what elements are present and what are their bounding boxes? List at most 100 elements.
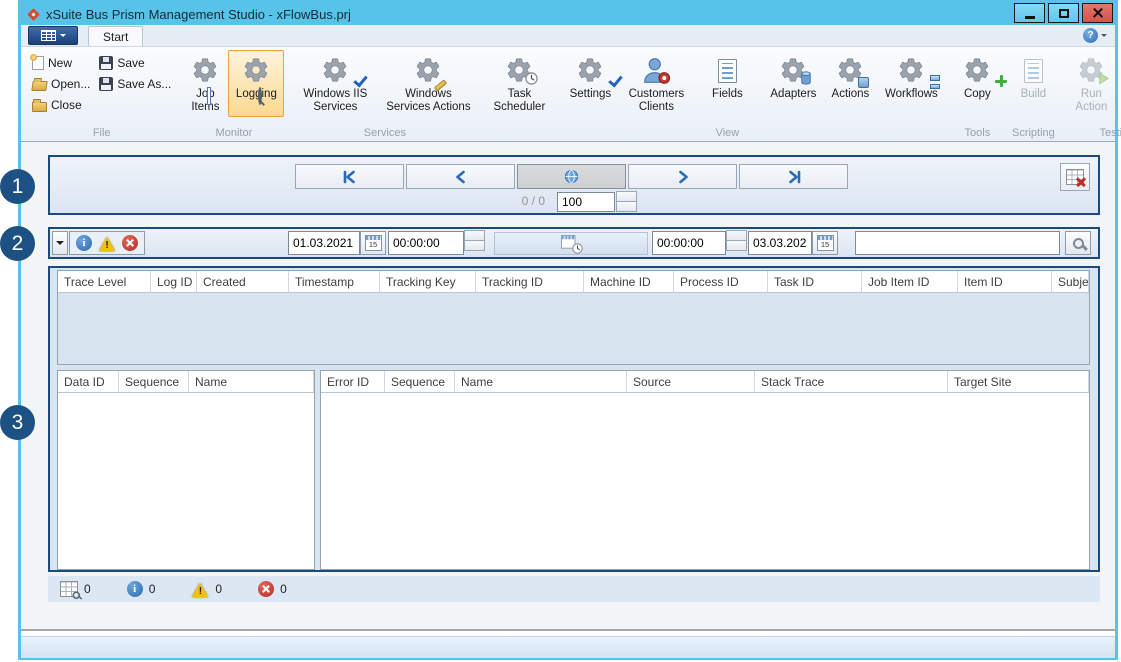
warning-filter-toggle[interactable]: ! <box>98 235 116 251</box>
minimize-icon <box>1025 16 1035 19</box>
save-label: Save <box>117 56 144 70</box>
column-header[interactable]: Source <box>627 371 755 392</box>
time-from-input[interactable] <box>388 231 464 255</box>
column-header[interactable]: Tracking Key <box>380 271 476 292</box>
logging-button[interactable]: Logging <box>228 50 284 117</box>
column-header[interactable]: Name <box>189 371 314 392</box>
windows-iis-services-button[interactable]: Windows IIS Services <box>292 50 378 117</box>
column-header[interactable]: Name <box>455 371 627 392</box>
column-header[interactable]: Data ID <box>58 371 119 392</box>
column-header[interactable]: Item ID <box>958 271 1052 292</box>
error-count: 0 <box>280 582 287 596</box>
search-input[interactable] <box>855 231 1060 255</box>
column-header[interactable]: Subject <box>1052 271 1089 292</box>
group-label-scheduler <box>485 126 553 141</box>
column-header[interactable]: Task ID <box>768 271 862 292</box>
column-header[interactable]: Sequence <box>385 371 455 392</box>
column-header[interactable]: Target Site <box>948 371 1089 392</box>
log-table-body[interactable] <box>58 293 1089 364</box>
previous-page-button[interactable] <box>406 164 515 189</box>
log-tables-panel: Trace Level Log ID Created Timestamp Tra… <box>48 266 1100 572</box>
close-button[interactable] <box>1082 3 1113 23</box>
error-table-body[interactable] <box>321 393 1089 569</box>
warning-icon: ! <box>191 581 209 597</box>
next-page-button[interactable] <box>628 164 737 189</box>
page-size-input[interactable] <box>557 192 615 212</box>
date-from-input[interactable] <box>288 231 360 255</box>
row-count: 0 <box>84 582 91 596</box>
task-scheduler-button[interactable]: Task Scheduler <box>485 50 553 117</box>
new-label: New <box>48 56 72 70</box>
app-menu-button[interactable] <box>28 26 78 45</box>
window-title: xSuite Bus Prism Management Studio - xFl… <box>46 7 351 22</box>
data-table-body[interactable] <box>58 393 314 569</box>
maximize-button[interactable] <box>1048 3 1079 23</box>
close-file-button[interactable]: Close <box>28 96 94 115</box>
first-page-button[interactable] <box>295 164 404 189</box>
actions-button[interactable]: Actions <box>825 50 875 117</box>
spinner-down-button[interactable] <box>616 201 637 212</box>
spinner-down-button[interactable] <box>464 240 485 251</box>
save-button[interactable]: Save <box>95 54 175 73</box>
time-to-input[interactable] <box>652 231 726 255</box>
error-filter-toggle[interactable] <box>122 235 138 251</box>
date-from-calendar-button[interactable]: 15 <box>360 231 386 255</box>
customers-clients-button[interactable]: Customers Clients <box>620 50 692 117</box>
copy-button[interactable]: Copy <box>954 50 1000 117</box>
column-header[interactable]: Error ID <box>321 371 385 392</box>
open-folder-icon <box>31 81 47 91</box>
person-badge-icon <box>641 56 671 86</box>
clear-grid-button[interactable] <box>1060 163 1090 191</box>
magnifier-icon <box>73 592 81 600</box>
date-to-calendar-button[interactable]: 15 <box>812 231 838 255</box>
refresh-button[interactable] <box>517 164 626 189</box>
page-size-spinner[interactable] <box>616 192 637 212</box>
build-label: Build <box>1021 88 1047 115</box>
filter-dropdown-button[interactable] <box>52 231 68 255</box>
gear-database-icon <box>800 71 812 88</box>
column-header[interactable]: Process ID <box>674 271 768 292</box>
column-header[interactable]: Timestamp <box>289 271 380 292</box>
new-button[interactable]: New <box>28 54 94 73</box>
spinner-down-button[interactable] <box>726 240 747 251</box>
chevron-down-icon <box>56 241 64 249</box>
tab-start[interactable]: Start <box>88 26 143 46</box>
info-filter-toggle[interactable]: i <box>76 235 92 251</box>
help-button[interactable]: ? <box>1083 28 1107 43</box>
column-header[interactable]: Sequence <box>119 371 189 392</box>
column-header[interactable]: Tracking ID <box>476 271 584 292</box>
new-page-icon <box>32 56 44 70</box>
workflows-button[interactable]: Workflows <box>876 50 946 117</box>
open-button[interactable]: Open... <box>28 75 94 94</box>
build-button[interactable]: Build <box>1008 50 1058 117</box>
job-items-button[interactable]: Job Items <box>183 50 227 117</box>
apply-time-range-button[interactable] <box>494 232 648 255</box>
settings-button[interactable]: Settings <box>561 50 619 117</box>
chevron-down-icon <box>60 34 66 40</box>
save-as-button[interactable]: Save As... <box>95 75 175 94</box>
stop-action-button[interactable]: Stop Action <box>1117 50 1121 117</box>
column-header[interactable]: Stack Trace <box>755 371 948 392</box>
adapters-button[interactable]: Adapters <box>762 50 824 117</box>
column-header[interactable]: Machine ID <box>584 271 674 292</box>
column-header[interactable]: Created <box>197 271 289 292</box>
error-count-item: 0 <box>258 581 287 597</box>
windows-services-actions-button[interactable]: Windows Services Actions <box>379 50 477 117</box>
run-action-button[interactable]: Run Action <box>1066 50 1116 117</box>
ribbon-group-scheduler: Task Scheduler <box>482 50 556 141</box>
time-from-spinner[interactable] <box>464 231 485 251</box>
last-page-button[interactable] <box>739 164 848 189</box>
minimize-button[interactable] <box>1014 3 1045 23</box>
log-table-header: Trace Level Log ID Created Timestamp Tra… <box>58 271 1089 293</box>
column-header[interactable]: Log ID <box>151 271 197 292</box>
actions-label: Actions <box>832 88 870 115</box>
column-header[interactable]: Job Item ID <box>862 271 958 292</box>
time-to-spinner[interactable] <box>726 231 747 251</box>
chevron-down-icon <box>1101 34 1107 40</box>
fields-button[interactable]: Fields <box>700 50 754 117</box>
column-header[interactable]: Trace Level <box>58 271 151 292</box>
date-to-input[interactable] <box>748 231 812 255</box>
warning-count: 0 <box>215 582 222 596</box>
ribbon-group-view: Fields View <box>697 50 757 141</box>
search-button[interactable] <box>1065 231 1091 255</box>
